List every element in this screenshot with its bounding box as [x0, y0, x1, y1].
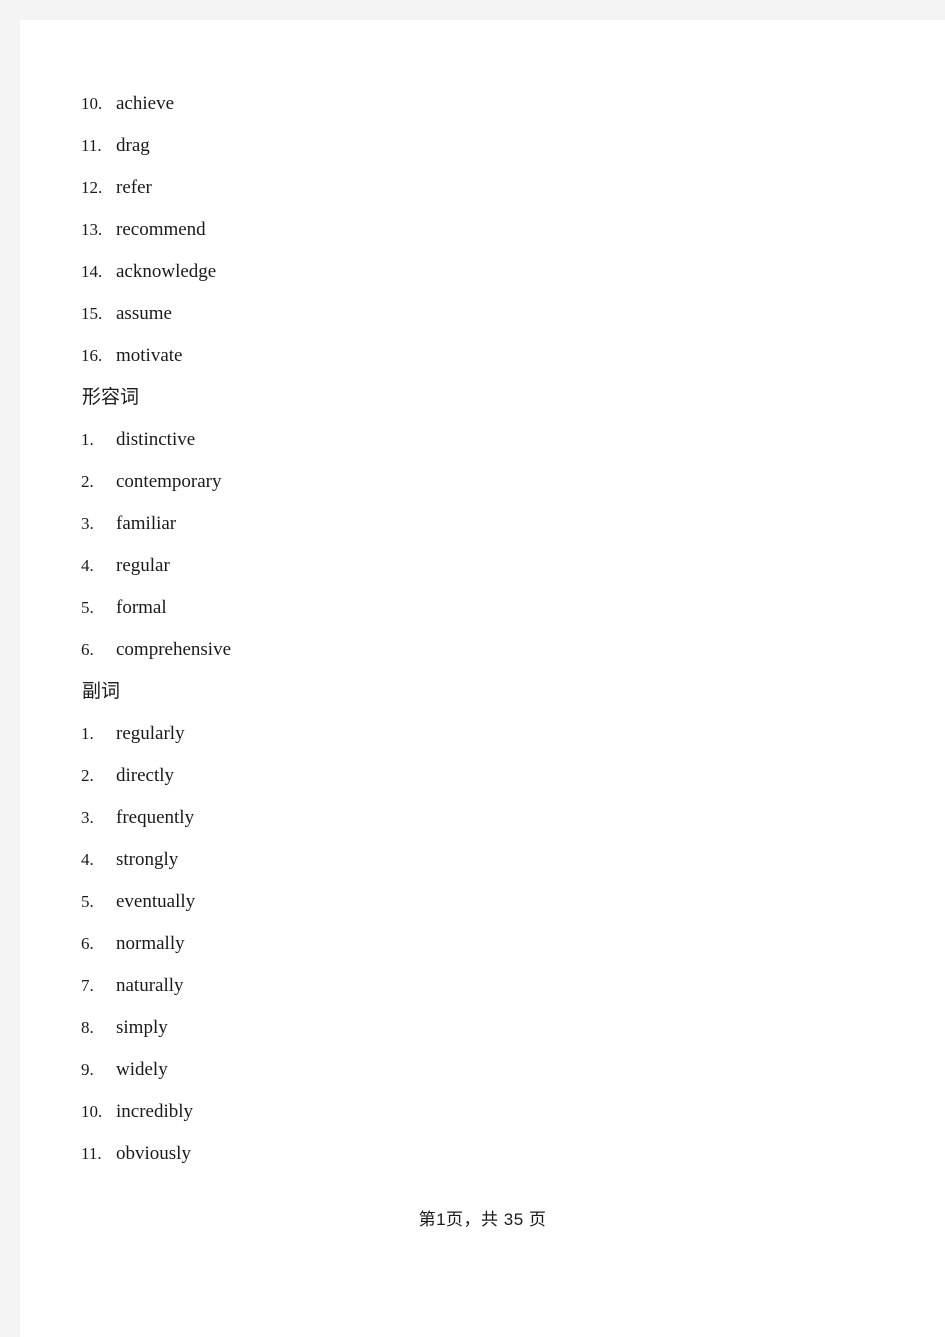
- list-item-number: 2.: [81, 472, 94, 491]
- list-item-number: 12.: [81, 178, 103, 197]
- list-item-number: 11.: [81, 136, 102, 155]
- page-gutter-top: [0, 0, 945, 20]
- list-item-word: simply: [116, 1017, 168, 1038]
- list-item-number: 6.: [81, 934, 94, 953]
- list-item-word: eventually: [116, 891, 196, 912]
- list-item-number: 15.: [81, 304, 103, 323]
- list-item-word: incredibly: [116, 1101, 194, 1122]
- list-item-word: regularly: [116, 723, 185, 744]
- list-item-number: 1.: [81, 724, 94, 743]
- list-item-word: achieve: [116, 93, 175, 114]
- list-item-word: acknowledge: [116, 261, 217, 282]
- list-item-number: 13.: [81, 220, 103, 239]
- list-item-word: directly: [116, 765, 175, 786]
- list-item-number: 2.: [81, 766, 94, 785]
- list-item-number: 5.: [81, 598, 94, 617]
- section-heading: 形容词: [82, 387, 140, 408]
- list-item-word: recommend: [116, 219, 206, 240]
- page-number-footer: 第1页，共 35 页: [418, 1210, 547, 1229]
- list-item-number: 11.: [81, 1144, 102, 1163]
- list-item-number: 7.: [81, 976, 94, 995]
- list-item-number: 16.: [81, 346, 103, 365]
- list-item-number: 8.: [81, 1018, 94, 1037]
- list-item-word: motivate: [116, 345, 183, 366]
- list-item-word: regular: [116, 555, 170, 576]
- list-item-word: obviously: [116, 1143, 191, 1164]
- list-item-word: contemporary: [116, 471, 222, 492]
- list-item-number: 3.: [81, 514, 94, 533]
- list-item-number: 4.: [81, 850, 94, 869]
- list-item-number: 4.: [81, 556, 94, 575]
- list-item-number: 14.: [81, 262, 103, 281]
- list-item-number: 1.: [81, 430, 94, 449]
- list-item-number: 10.: [81, 1102, 103, 1121]
- list-item-word: frequently: [116, 807, 195, 828]
- document-page: 10. achieve 11. drag 12. refer 13. recommend 14.…: [20, 20, 945, 1337]
- list-item-word: assume: [116, 303, 172, 324]
- list-item-number: 3.: [81, 808, 94, 827]
- list-item-word: normally: [116, 933, 185, 954]
- list-item-word: naturally: [116, 975, 184, 996]
- list-item-number: 9.: [81, 1060, 94, 1079]
- list-item-number: 5.: [81, 892, 94, 911]
- list-item-word: refer: [116, 177, 152, 198]
- list-item-word: widely: [116, 1059, 168, 1080]
- list-item-word: distinctive: [116, 429, 196, 450]
- page-gutter-left: [0, 0, 20, 1337]
- list-item-word: drag: [116, 135, 150, 156]
- list-item-word: strongly: [116, 849, 179, 870]
- list-item-word: comprehensive: [116, 639, 232, 660]
- list-item-word: familiar: [116, 513, 177, 534]
- list-item-number: 6.: [81, 640, 94, 659]
- list-item-word: formal: [116, 597, 167, 618]
- section-heading: 副词: [82, 681, 121, 702]
- list-item-number: 10.: [81, 94, 103, 113]
